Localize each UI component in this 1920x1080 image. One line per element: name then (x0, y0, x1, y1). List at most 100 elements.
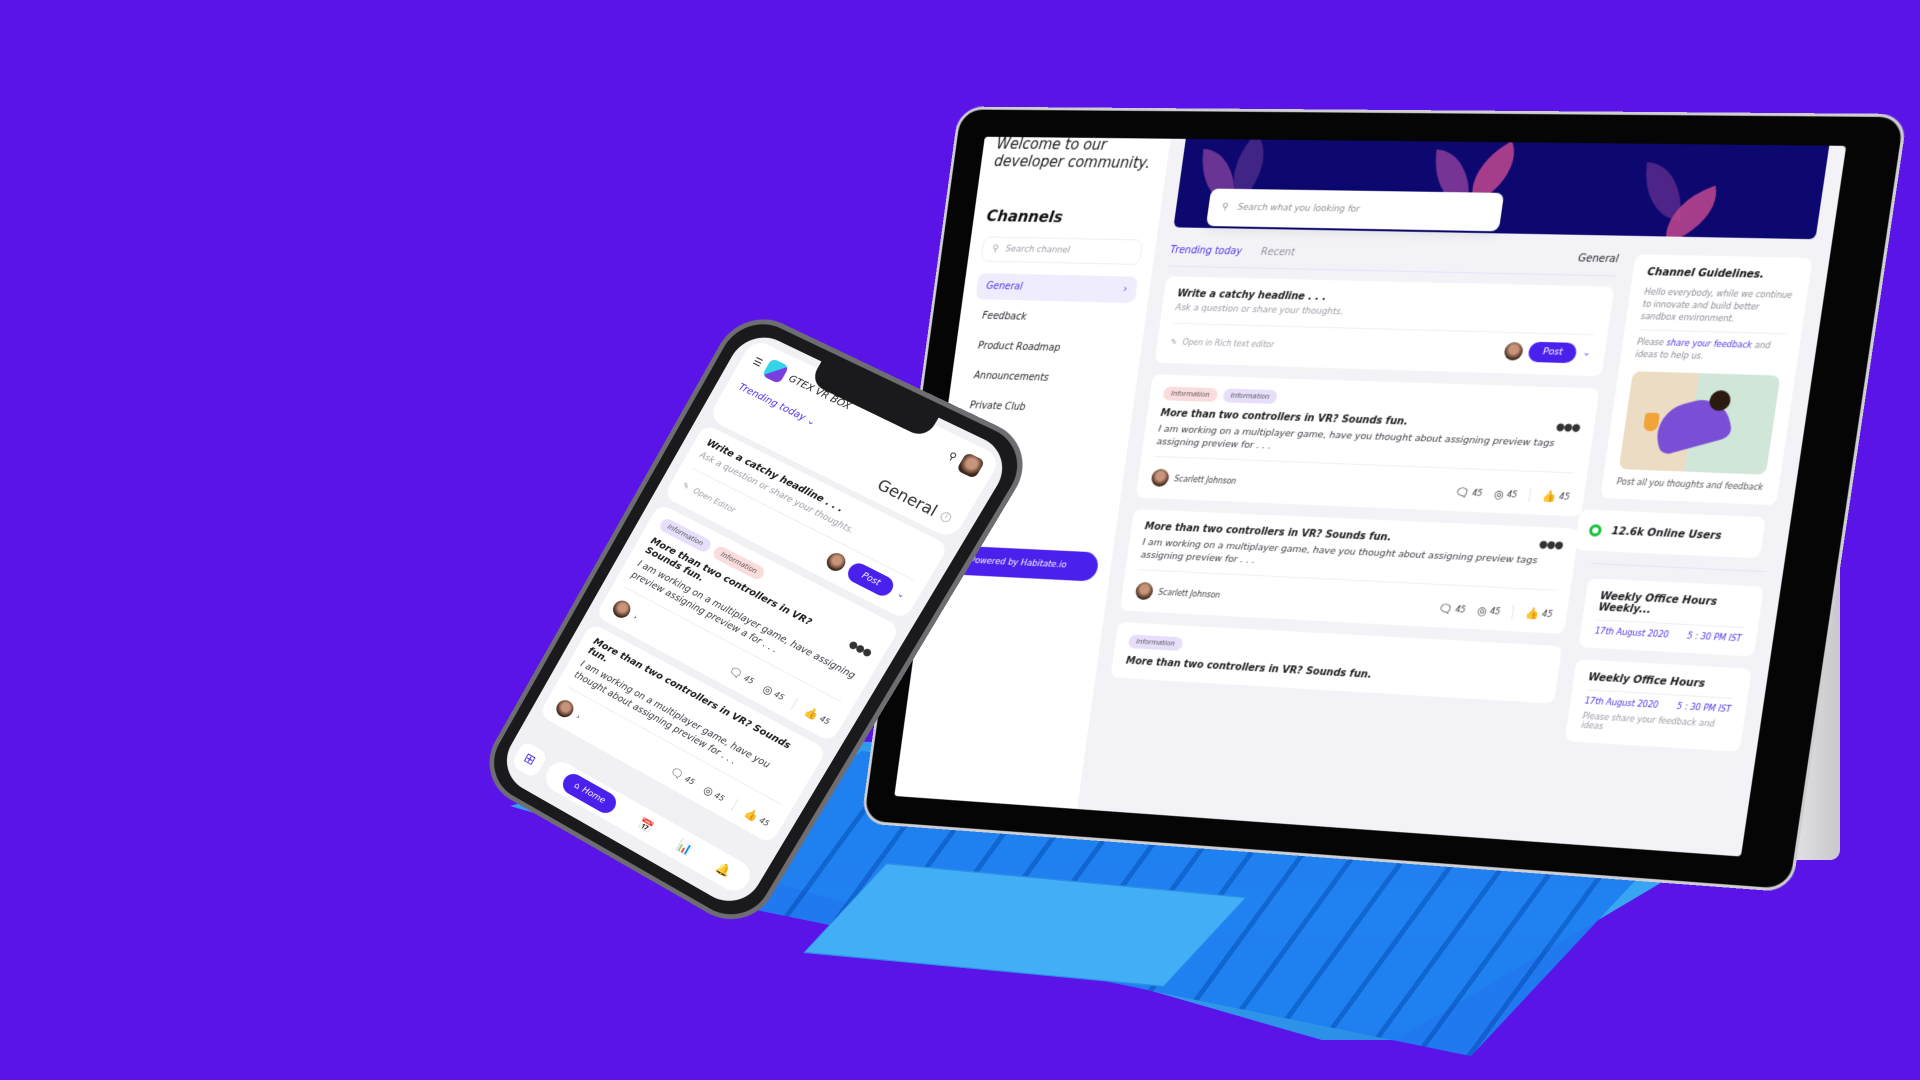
chevron-right-icon[interactable]: › (632, 612, 639, 621)
tablet-bezel: Welcome to our developer community. Chan… (860, 106, 1908, 893)
menu-icon[interactable]: ☰ (751, 356, 764, 369)
post-author: Scarlett Johnson (1173, 473, 1237, 486)
sidebar-item-label: Private Club (969, 400, 1027, 413)
main-content: ⚲ Search what you looking for Trending t… (1077, 138, 1846, 857)
view-count: 45 (1506, 489, 1518, 500)
search-icon: ⚲ (991, 244, 1000, 255)
tablet-screen: Welcome to our developer community. Chan… (894, 136, 1847, 857)
view-count: 45 (1489, 606, 1501, 616)
main-search-input[interactable]: ⚲ Search what you looking for (1205, 188, 1505, 232)
tag-badge: Information (1127, 634, 1184, 652)
bell-icon[interactable]: 🔔 (714, 860, 734, 879)
comment-count: 45 (1471, 488, 1484, 498)
chart-icon[interactable]: 📊 (675, 838, 695, 857)
more-options-icon[interactable]: ●●● (1538, 539, 1563, 551)
chevron-down-icon[interactable]: ⌄ (1582, 348, 1591, 358)
open-editor-link[interactable]: Open Editor (692, 486, 737, 515)
nav-home[interactable]: ⌂ Home (559, 770, 620, 817)
avatar (1134, 581, 1154, 601)
sidebar-item-label: Product Roadmap (977, 340, 1061, 354)
comments-stat[interactable]: 🗨 45 (668, 764, 697, 788)
comment-count: 45 (1454, 604, 1467, 615)
comments-stat[interactable]: 🗨 45 (727, 664, 757, 688)
edit-icon: ✎ (681, 480, 692, 491)
chevron-right-icon[interactable]: › (575, 712, 582, 721)
feed-tabs: Trending today Recent General (1167, 245, 1620, 277)
comment-icon: 🗨 (1454, 485, 1471, 500)
comments-stat[interactable]: 🗨 45 (1438, 602, 1467, 616)
user-avatar[interactable] (956, 451, 986, 479)
sidebar-item-label: Announcements (973, 370, 1050, 384)
channel-guidelines-card: Channel Guidelines. Hello everybody, whi… (1600, 254, 1813, 506)
search-channel-input[interactable]: ⚲ Search channel (980, 236, 1144, 265)
event-time: 5 : 30 PM IST (1686, 631, 1743, 644)
chevron-down-icon[interactable]: ⌄ (895, 589, 907, 601)
event-title: Weekly Office Hours (1586, 672, 1736, 699)
tab-recent[interactable]: Recent (1260, 247, 1295, 259)
post-card[interactable]: More than two controllers in VR? Sounds … (1119, 509, 1580, 634)
sidebar-item-feedback[interactable]: Feedback (971, 303, 1134, 333)
avatar (1150, 468, 1170, 487)
feed: Trending today Recent General Write a ca… (1104, 245, 1620, 752)
likes-stat[interactable]: 👍 45 (1541, 489, 1570, 503)
post-author: Scarlett Johnson (1157, 587, 1221, 600)
likes-stat[interactable]: 👍 45 (1524, 606, 1553, 621)
post-card[interactable]: Information Information More than two co… (1135, 374, 1600, 517)
like-count: 45 (1558, 491, 1571, 502)
event-card[interactable]: Weekly Office Hours 17th August 2020 5 : … (1564, 659, 1752, 752)
eye-icon: ◎ (1476, 603, 1489, 618)
comment-count: 45 (683, 774, 697, 787)
guidelines-footer: Post all you thoughts and feedback (1616, 477, 1764, 493)
guidelines-illustration (1618, 371, 1781, 475)
view-count: 45 (713, 790, 727, 803)
views-stat: ◎ 45 (761, 682, 787, 704)
channel-label: General (1577, 253, 1620, 266)
view-count: 45 (772, 689, 787, 702)
home-icon: ⌂ (572, 780, 582, 792)
comment-icon: 🗨 (1437, 601, 1454, 616)
info-icon[interactable]: i (938, 509, 954, 524)
event-card[interactable]: Weekly Office Hours Weekly... 17th Augus… (1578, 578, 1765, 657)
sidebar-item-announcements[interactable]: Announcements (963, 363, 1125, 394)
comments-stat[interactable]: 🗨 45 (1454, 485, 1483, 499)
avatar (553, 697, 577, 721)
share-feedback-link[interactable]: share your feedback (1666, 338, 1753, 350)
tablet-device: Welcome to our developer community. Chan… (860, 106, 1908, 893)
app-logo (761, 357, 790, 385)
post-card[interactable]: Information More than two controllers in… (1110, 621, 1563, 704)
sidebar-item-general[interactable]: General › (975, 273, 1139, 304)
sidebar-item-product-roadmap[interactable]: Product Roadmap (967, 333, 1130, 364)
like-count: 45 (757, 815, 772, 828)
channels-title: Channels (985, 206, 1065, 227)
online-users-card: 12.6k Online Users (1574, 509, 1766, 559)
likes-stat[interactable]: 👍 45 (802, 704, 832, 728)
post-button[interactable]: Post (1527, 341, 1579, 364)
tab-trending-today[interactable]: Trending today (1169, 245, 1242, 257)
search-icon[interactable]: ⚲ (946, 450, 959, 463)
main-search-placeholder: Search what you looking for (1237, 202, 1361, 215)
rich-editor-link[interactable]: Open in Rich text editor (1182, 337, 1274, 348)
views-stat: ◎ 45 (1477, 604, 1502, 618)
guidelines-title: Channel Guidelines. (1646, 266, 1765, 281)
views-stat: ◎ 45 (701, 783, 727, 805)
eye-icon: ◎ (1493, 487, 1505, 501)
thumbs-up-icon: 👍 (1541, 488, 1558, 503)
avatar (609, 597, 634, 621)
add-post-button[interactable]: ⊞ (510, 740, 549, 779)
calendar-icon[interactable]: 📅 (636, 816, 655, 835)
event-title: Weekly Office Hours Weekly... (1596, 590, 1748, 629)
likes-stat[interactable]: 👍 45 (742, 806, 772, 830)
welcome-text: Welcome to our developer community. (993, 136, 1152, 172)
avatar (823, 550, 850, 575)
online-status-icon (1588, 524, 1603, 537)
tag-badge: Information (1162, 386, 1219, 403)
tag-badge: Information (1221, 388, 1279, 405)
guidelines-text: Hello everybody, while we continue to in… (1638, 286, 1794, 335)
more-options-icon[interactable]: ●●● (1555, 422, 1580, 434)
avatar (1503, 341, 1525, 361)
comment-count: 45 (742, 673, 756, 686)
online-users-count: 12.6k Online Users (1610, 525, 1723, 542)
chevron-right-icon: › (1122, 284, 1128, 296)
like-count: 45 (1541, 608, 1554, 619)
edit-icon: ✎ (1170, 337, 1178, 347)
